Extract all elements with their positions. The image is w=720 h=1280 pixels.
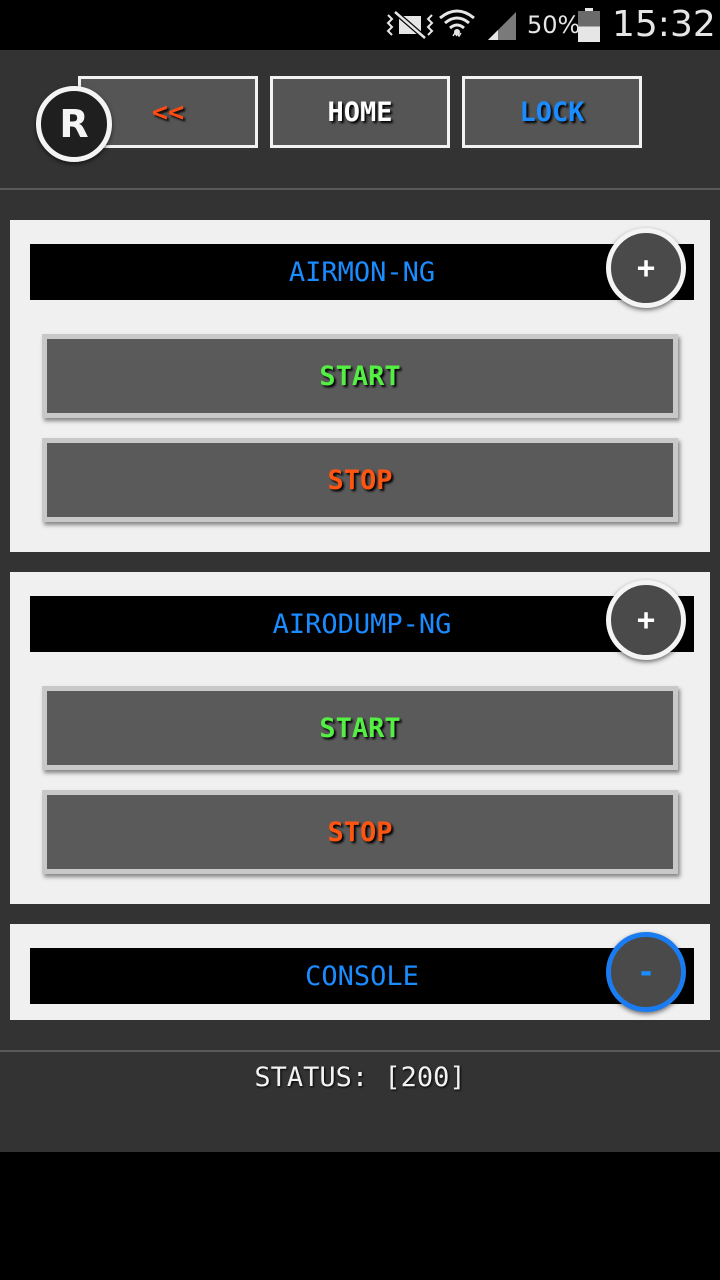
- navigation-area: [0, 1152, 720, 1280]
- battery-percent: 50%: [527, 11, 581, 39]
- airmon-start-button[interactable]: START: [42, 334, 678, 418]
- status-text: STATUS: [200]: [254, 1062, 466, 1093]
- airodump-start-button[interactable]: START: [42, 686, 678, 770]
- home-button[interactable]: HOME: [270, 76, 450, 148]
- app-screen: << HOME LOCK R AIRMON-NG + START STOP AI…: [0, 50, 720, 1152]
- collapse-toggle-button[interactable]: -: [606, 932, 686, 1012]
- app-logo: R: [36, 86, 112, 162]
- section-title: AIRODUMP-NG: [30, 596, 694, 652]
- airmon-stop-button[interactable]: STOP: [42, 438, 678, 522]
- section-title: CONSOLE: [30, 948, 694, 1004]
- section-console: CONSOLE -: [10, 924, 710, 1020]
- wifi-icon: [439, 9, 475, 38]
- section-title: AIRMON-NG: [30, 244, 694, 300]
- section-airmon-ng: AIRMON-NG + START STOP: [10, 220, 710, 552]
- battery-icon: [578, 8, 600, 42]
- lock-button[interactable]: LOCK: [462, 76, 642, 148]
- section-airodump-ng: AIRODUMP-NG + START STOP: [10, 572, 710, 904]
- expand-toggle-button[interactable]: +: [606, 580, 686, 660]
- airodump-stop-button[interactable]: STOP: [42, 790, 678, 874]
- clock: 15:32: [612, 4, 716, 45]
- vibrate-mute-icon: [386, 10, 434, 40]
- divider: [0, 188, 720, 190]
- status-bar: 50% 15:32: [0, 0, 720, 50]
- expand-toggle-button[interactable]: +: [606, 228, 686, 308]
- top-navigation: << HOME LOCK R: [0, 50, 720, 188]
- divider: [0, 1050, 720, 1052]
- signal-icon: [488, 12, 516, 40]
